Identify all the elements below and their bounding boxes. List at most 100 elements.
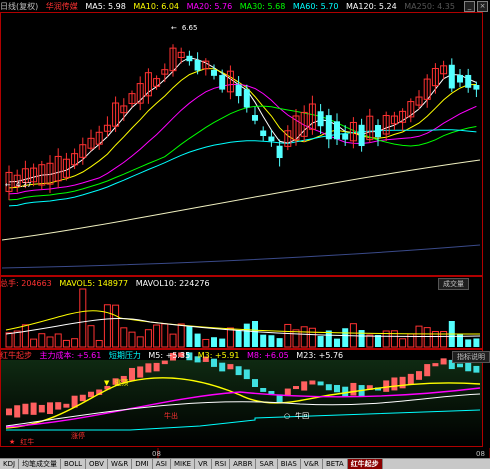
indicator-bar [407,373,414,385]
indicator-help-tag[interactable]: 指标说明 [452,351,490,363]
volume-indicator-tag[interactable]: 成交量 [438,278,469,290]
tab-dmi[interactable]: DMI [132,459,153,469]
volume-bar [177,323,185,348]
indicator-bar [432,363,439,367]
volume-bar [13,330,21,348]
arrow-left-icon: ← [171,24,177,32]
indicator-bar [63,403,70,408]
volume-bar [144,329,152,348]
tab-[interactable]: 均笔成交量 [19,459,62,469]
candle-body [473,84,480,90]
tab-obv[interactable]: OBV [86,459,108,469]
bull-back-annotation: ○ 牛回 [284,412,310,420]
indicator-bar [30,402,37,415]
candle-body [252,115,258,121]
ma120-label: MA120: 5.24 [346,2,397,11]
volume-bar [317,336,324,347]
volume-bar [292,329,300,348]
volume-bar [112,304,120,348]
volume-bar [30,338,38,348]
volume-bar [235,330,242,347]
tab-[interactable]: 红牛起步 [347,459,383,469]
main-cost-label: 主力成本: +5.61 [39,351,102,360]
indicator-bar [219,362,226,372]
tab-mike[interactable]: MIKE [171,459,196,469]
tab-boll[interactable]: BOLL [61,459,87,469]
ma120-line [1,159,481,241]
candle-body [235,84,242,97]
ma10-label: MA10: 6.04 [133,2,180,11]
volume-bar [128,331,136,348]
indicator-bar [383,380,390,392]
candle-body [268,136,275,142]
indicator-bar [137,366,144,378]
red-bull-annotation: ★ 红牛 [9,438,35,446]
candle-body [211,69,217,76]
indicator-bar [440,358,447,365]
tab-w-r[interactable]: W&R [108,459,133,469]
volume-bar [62,339,70,348]
tab-rsi[interactable]: RSI [212,459,231,469]
ma60-label: MA60: 5.70 [292,2,339,11]
indicator-tab-bar: KDJ 均笔成交量 BOLL OBV W&R DMI ASI MIKE VR RSI ARBR SAR… [0,458,490,469]
volume-bar [153,324,161,348]
high-price-label: ← 6.65 [171,24,198,32]
stock-chart-window: 日线(复权) 华润传媒 MA5: 5.98 MA10: 6.04 MA20: 5… [0,0,490,469]
indicator-bar [334,384,340,393]
candle-body [243,89,250,108]
volume-bar [87,325,95,348]
bull-out-annotation: 牛出 [164,412,178,420]
ma-line [8,129,477,207]
tab-beta[interactable]: BETA [323,459,348,469]
volume-bar [308,327,316,348]
tab-arbr[interactable]: ARBR [230,459,257,469]
minimize-button[interactable]: _ [464,1,475,12]
volume-bar [103,304,111,348]
volume-bar [38,333,46,348]
indicator-bar [391,377,398,391]
volume-bar [260,334,267,347]
ma250-line [1,244,481,269]
limit-up-annotation: 涨停 [71,432,85,440]
tab-asi[interactable]: ASI [153,459,171,469]
volume-bar [71,338,79,348]
tab-sar[interactable]: SAR [256,459,278,469]
indicator-bar [14,405,21,418]
volume-bar [169,333,177,348]
indicator-bar [457,363,463,368]
stock-name: 华润传媒 [45,2,78,11]
m3-label: M3: +5.91 [197,351,240,360]
candle-body [465,74,472,88]
ma5-label: MA5: 5.98 [85,2,126,11]
low-price-label: ← 4.37 [5,181,32,189]
volume-bar [473,338,480,347]
tab-kdj[interactable]: KDJ [0,459,20,469]
indicator-title: 红牛起步 [0,351,32,360]
ma20-label: MA20: 5.76 [186,2,233,11]
close-button[interactable]: × [477,1,488,12]
tab-vr[interactable]: VR [195,459,212,469]
candle-body [375,125,381,138]
candle-body [219,75,226,90]
chart-canvas [0,12,490,458]
indicator-bar [350,382,357,396]
tab-v-r[interactable]: V&R [301,459,323,469]
volume-bar [79,288,87,348]
indicator-bar [317,381,324,386]
indicator-bar [22,403,29,415]
volume-bar [423,327,431,348]
tab-bias[interactable]: BIAS [278,459,301,469]
volume-bar [465,339,472,347]
indicator-bar [399,376,406,389]
m5-label: M5: +5.35 [148,351,191,360]
indicator-bar [473,365,480,373]
volume-bar [342,328,349,347]
candle-body [260,130,267,136]
indicator-bar [55,402,62,410]
indicator-bar [309,380,316,385]
arrow-left-icon: ← [5,181,11,189]
volume-bar [136,336,144,348]
candle-body [334,121,340,140]
indicator-bar [153,362,160,372]
volume-bar [284,323,292,348]
